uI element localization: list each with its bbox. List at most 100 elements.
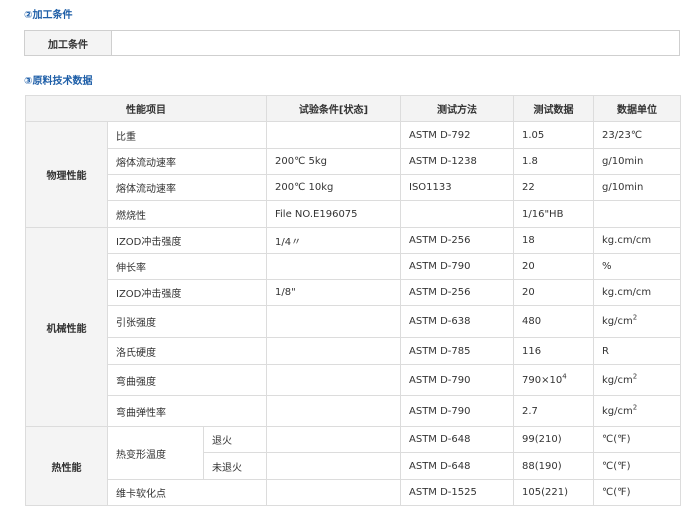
row-value: 22 [513,174,594,201]
table-row: 弯曲强度 ASTM D-790 790×104 kg/cm2 [26,364,681,396]
row-method: ASTM D-790 [400,253,514,280]
row-unit: kg.cm/cm [593,279,681,306]
group-mechanical: 机械性能 [25,227,108,427]
row-condition: File NO.E196075 [266,200,401,228]
row-method: ASTM D-256 [400,279,514,306]
row-method: ASTM D-648 [400,452,514,480]
row-item: 熔体流动速率 [107,174,267,201]
processing-conditions-table: 加工条件 [24,30,680,56]
header-property: 性能项目 [25,95,267,122]
row-unit: ℃(℉) [593,452,681,480]
row-value: 88(190) [513,452,594,480]
row-value: 480 [513,305,594,338]
value-text: 790×10 [522,374,563,386]
row-condition [266,337,401,365]
row-condition [266,364,401,396]
row-subitem: 退火 [203,426,267,453]
row-condition [266,479,401,506]
unit-superscript: 2 [632,313,638,322]
row-unit: R [593,337,681,365]
table-row: 维卡软化点 ASTM D-1525 105(221) ℃(℉) [26,479,681,506]
row-item: 热变形温度 [107,426,204,480]
row-item: 弯曲强度 [107,364,267,396]
row-value: 790×104 [513,364,594,396]
table-row: 热性能 热变形温度 退火 ASTM D-648 99(210) ℃(℉) [25,426,681,506]
row-item: 维卡软化点 [107,479,267,506]
group-physical: 物理性能 [25,121,108,228]
table-row: 物理性能 比重 ASTM D-792 1.05 23/23℃ [25,121,681,228]
row-condition: 200℃ 10kg [266,174,401,201]
row-unit: % [593,253,681,280]
row-unit: g/10min [593,148,681,175]
row-condition [266,395,401,427]
header-condition: 试验条件[状态] [266,95,401,122]
row-method: ISO1133 [400,174,514,201]
row-condition [266,253,401,280]
value-superscript: 4 [562,372,567,381]
row-method: ASTM D-1238 [400,148,514,175]
section-title-material-data: ③原料技术数据 [24,76,93,87]
row-value: 1/16"HB [513,200,594,228]
row-condition: 1/8" [266,279,401,306]
row-condition [266,426,401,453]
row-item: IZOD冲击强度 [107,279,267,306]
row-method [400,200,514,228]
unit-text: kg/cm [602,316,633,327]
row-condition [266,305,401,338]
row-item: IZOD冲击强度 [107,227,267,254]
row-value: 1.8 [513,148,594,175]
row-subitem: 未退火 [203,452,267,480]
row-item: 弯曲弹性率 [107,395,267,427]
table-row: 引张强度 ASTM D-638 480 kg/cm2 [26,305,681,338]
row-method: ASTM D-785 [400,337,514,365]
group-thermal: 热性能 [25,426,108,506]
row-value: 20 [513,279,594,306]
material-data-table: 性能项目 试验条件[状态] 测试方法 测试数据 数据单位 物理性能 比重 AST… [25,95,681,506]
row-condition: 1/4〃 [266,227,401,254]
row-item: 比重 [107,121,267,149]
row-unit: g/10min [593,174,681,201]
row-condition [266,121,401,149]
table-header-row: 性能项目 试验条件[状态] 测试方法 测试数据 数据单位 [25,95,681,122]
row-value: 1.05 [513,121,594,149]
row-value: 18 [513,227,594,254]
row-unit: 23/23℃ [593,121,681,149]
row-condition: 200℃ 5kg [266,148,401,175]
row-item: 引张强度 [107,305,267,338]
table-row: 洛氏硬度 ASTM D-785 116 R [26,337,681,365]
row-value: 2.7 [513,395,594,427]
row-method: ASTM D-638 [400,305,514,338]
processing-conditions-value [112,31,679,55]
row-method: ASTM D-790 [400,395,514,427]
header-unit: 数据单位 [593,95,681,122]
row-item: 伸长率 [107,253,267,280]
row-method: ASTM D-1525 [400,479,514,506]
row-method: ASTM D-256 [400,227,514,254]
row-value: 99(210) [513,426,594,453]
row-item: 熔体流动速率 [107,148,267,175]
row-method: ASTM D-648 [400,426,514,453]
row-method: ASTM D-790 [400,364,514,396]
table-row: IZOD冲击强度 1/8" ASTM D-256 20 kg.cm/cm [26,279,681,306]
unit-text: kg/cm [602,405,633,417]
unit-superscript: 2 [632,403,638,412]
row-value: 20 [513,253,594,280]
processing-conditions-label: 加工条件 [25,31,112,55]
row-unit [593,200,681,228]
table-row: 机械性能 IZOD冲击强度 1/4〃 ASTM D-256 18 kg.cm/c… [25,227,681,427]
row-unit: kg/cm2 [593,364,681,396]
row-condition [266,452,401,480]
row-unit: ℃(℉) [593,479,681,506]
row-item: 燃烧性 [107,200,267,228]
header-method: 测试方法 [400,95,514,122]
table-row: 熔体流动速率 200℃ 10kg ISO1133 22 g/10min [26,174,681,201]
table-row: 弯曲弹性率 ASTM D-790 2.7 kg/cm2 [26,395,681,427]
table-row: 熔体流动速率 200℃ 5kg ASTM D-1238 1.8 g/10min [26,148,681,175]
row-unit: kg.cm/cm [593,227,681,254]
row-method: ASTM D-792 [400,121,514,149]
unit-superscript: 2 [632,372,638,381]
table-row: 伸长率 ASTM D-790 20 % [26,253,681,280]
section-title-processing: ②加工条件 [24,10,73,21]
row-value: 116 [513,337,594,365]
row-unit: ℃(℉) [593,426,681,453]
